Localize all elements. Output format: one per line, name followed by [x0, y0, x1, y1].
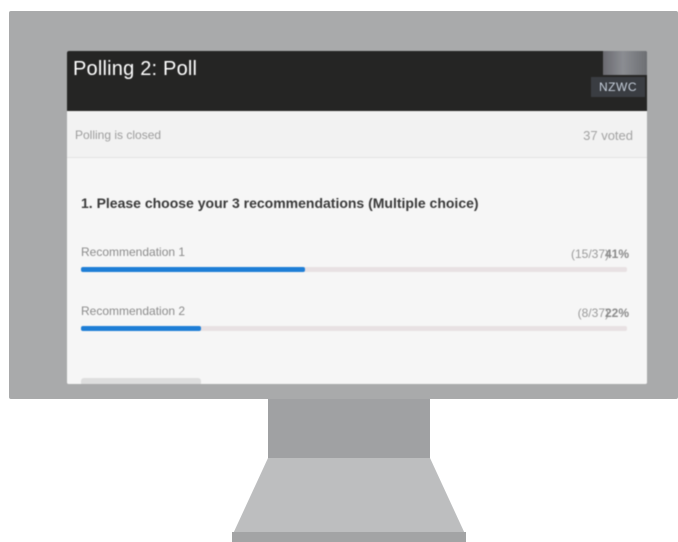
poll-option: Recommendation 2 (8/37) 22%: [81, 304, 629, 344]
option-percent: 41%: [604, 247, 629, 261]
monitor-frame: Polling 2: Poll NZWC Polling is closed 3…: [9, 11, 678, 399]
option-progress-fill: [81, 267, 305, 272]
monitor-stand-base: [232, 458, 466, 536]
poll-status-row: Polling is closed 37 voted: [67, 111, 647, 158]
poll-titlebar: Polling 2: Poll NZWC: [67, 51, 647, 111]
option-label: Recommendation 2: [81, 304, 186, 318]
option-percent: 22%: [604, 306, 629, 320]
vote-count: 37 voted: [583, 128, 633, 143]
option-progress-fill: [81, 326, 202, 331]
poll-title: Polling 2: Poll: [73, 58, 198, 80]
next-option-label-cut-off: [81, 378, 201, 384]
monitor-stand-base-edge: [232, 532, 466, 542]
logo-text: NZWC: [591, 77, 645, 97]
option-label: Recommendation 1: [81, 245, 186, 259]
monitor-stand-neck: [268, 399, 430, 458]
option-progress-track: [81, 267, 627, 272]
poll-question: 1. Please choose your 3 recommendations …: [81, 195, 479, 211]
option-count: (15/37): [570, 247, 609, 261]
poll-content: 1. Please choose your 3 recommendations …: [67, 158, 647, 384]
nzwc-logo: NZWC: [583, 51, 647, 101]
monitor-screen: Polling 2: Poll NZWC Polling is closed 3…: [67, 51, 647, 384]
logo-graphic: [603, 51, 647, 75]
poll-closed-status: Polling is closed: [75, 128, 162, 142]
option-progress-track: [81, 326, 627, 331]
poll-option: Recommendation 1 (15/37) 41%: [81, 245, 629, 285]
